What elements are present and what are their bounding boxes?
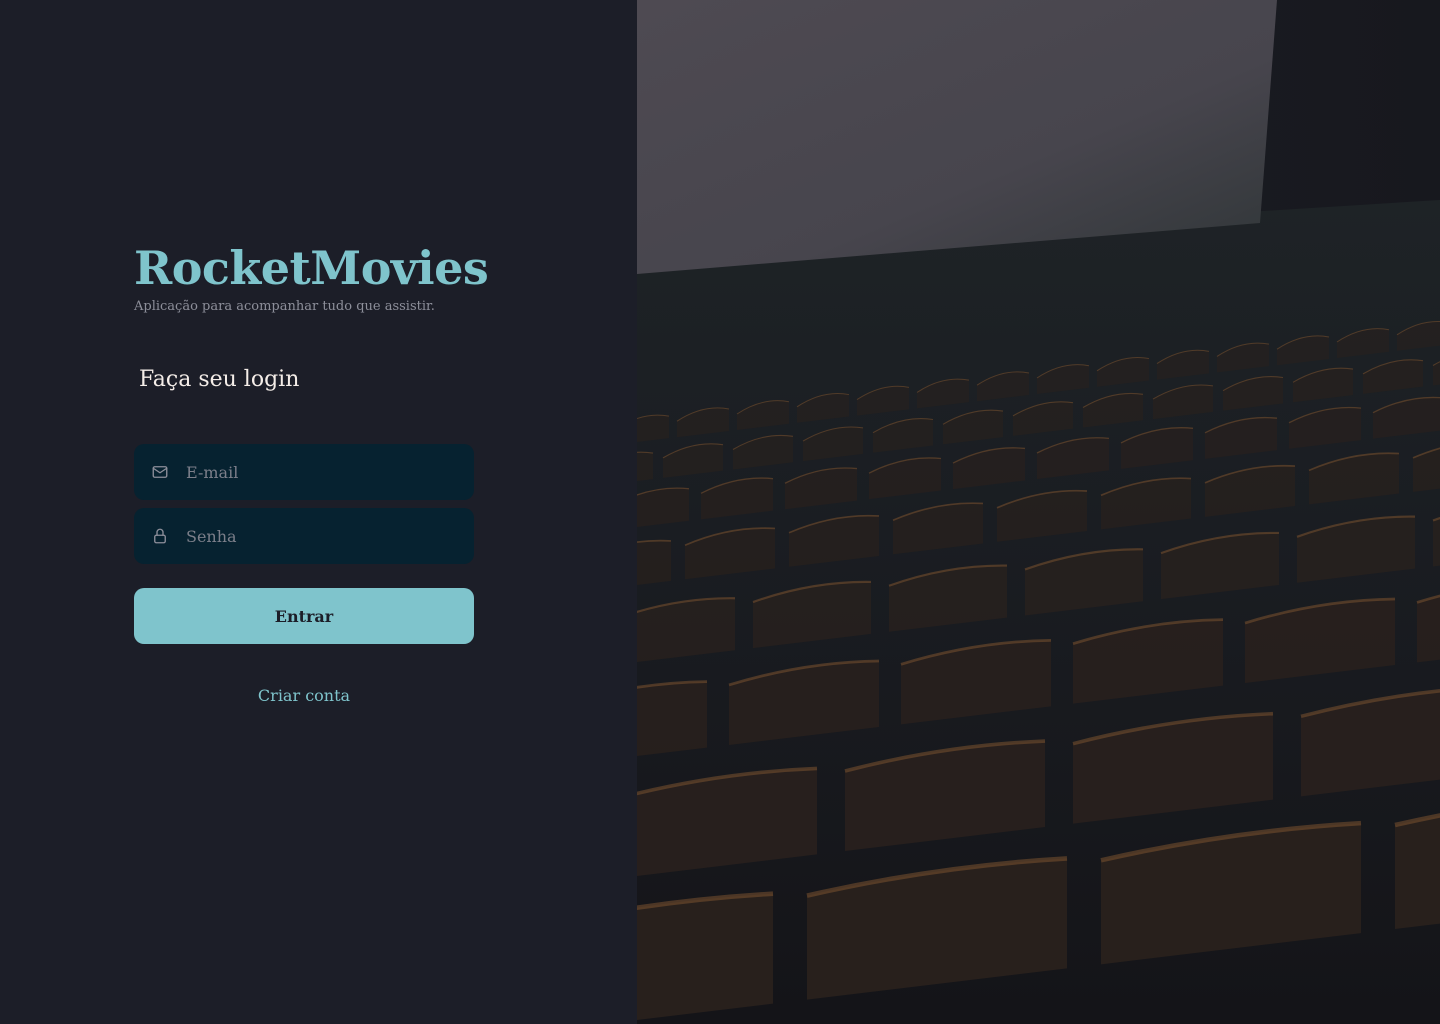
email-input[interactable] (186, 444, 474, 500)
cinema-background-image (637, 0, 1440, 1024)
create-account-link[interactable]: Criar conta (134, 684, 474, 708)
theater-seat (637, 893, 773, 1020)
brand-subtitle: Aplicação para acompanhar tudo que assis… (134, 299, 435, 314)
brand-title: RocketMovies (134, 241, 489, 295)
login-heading: Faça seu login (139, 367, 300, 392)
email-field-wrapper[interactable] (134, 444, 474, 500)
password-input[interactable] (186, 508, 474, 564)
lock-icon (150, 526, 170, 546)
sign-in-page: RocketMovies Aplicação para acompanhar t… (0, 0, 1440, 1024)
sign-in-form-panel: RocketMovies Aplicação para acompanhar t… (0, 0, 637, 1024)
cinema-seats-illustration (637, 0, 1440, 1024)
sign-in-button[interactable]: Entrar (134, 588, 474, 644)
mail-icon (150, 462, 170, 482)
password-field-wrapper[interactable] (134, 508, 474, 564)
